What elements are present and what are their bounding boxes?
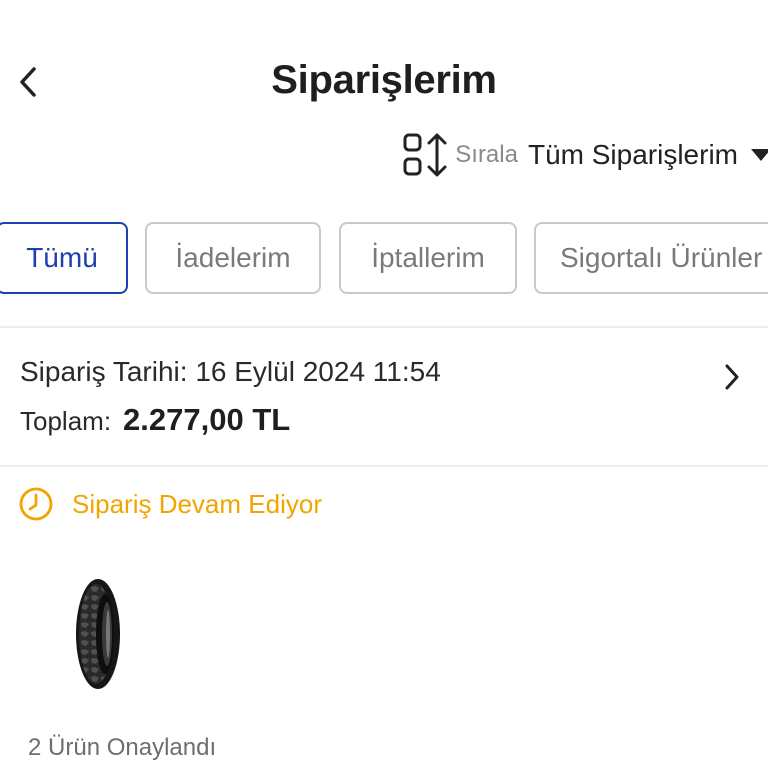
divider [0,326,768,328]
sort-icon [401,131,451,179]
total-label: Toplam: [20,406,112,436]
tab-cancellations[interactable]: İptallerim [339,222,517,294]
chevron-right-icon[interactable] [718,360,746,394]
tab-label: İadelerim [175,242,291,273]
tab-insured-products[interactable]: Sigortalı Ürünler [534,222,768,294]
filter-tabs: Tümü İadelerim İptallerim Sigortalı Ürün… [0,222,768,298]
clock-icon [18,486,54,522]
sort-control[interactable]: Sırala Tüm Siparişlerim [401,130,768,180]
tire-image[interactable] [70,576,126,692]
sort-label: Sırala [455,141,518,168]
page-title: Siparişlerim [271,58,497,102]
approved-items-text: 2 Ürün Onaylandı [28,734,217,761]
tab-label: Tümü [26,242,98,273]
order-date: Sipariş Tarihi: 16 Eylül 2024 11:54 [20,356,441,387]
divider [0,465,768,467]
sort-value[interactable]: Tüm Siparişlerim [528,139,738,171]
tab-label: Sigortalı Ürünler [560,242,763,273]
order-card[interactable]: Sipariş Tarihi: 16 Eylül 2024 11:54 Topl… [0,330,768,464]
header: Siparişlerim [0,0,768,120]
tab-returns[interactable]: İadelerim [145,222,321,294]
status-text: Sipariş Devam Ediyor [72,488,322,519]
total-value: 2.277,00 TL [123,402,291,437]
caret-down-icon[interactable] [750,145,768,165]
tab-label: İptallerim [371,242,485,273]
order-total: Toplam: 2.277,00 TL [20,402,290,438]
order-status: Sipariş Devam Ediyor [18,484,322,524]
tab-all[interactable]: Tümü [0,222,128,294]
